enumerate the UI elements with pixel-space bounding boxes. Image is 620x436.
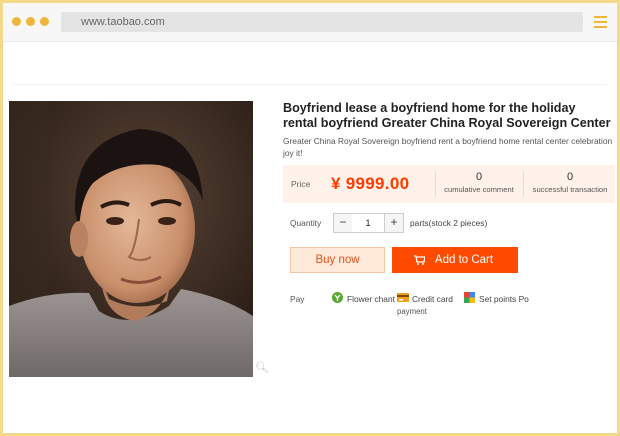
page-frame: www.taobao.com 🔍︎ Boyfriend lease a boyf… <box>3 3 617 433</box>
window-dot-icon <box>26 17 35 26</box>
price-panel: Price ¥ 9999.00 0 cumulative comment 0 s… <box>283 165 615 203</box>
window-dot-icon <box>40 17 49 26</box>
buy-now-button[interactable]: Buy now <box>290 247 385 273</box>
comment-count: 0 <box>475 171 483 183</box>
payment-method-label: Set points Po <box>479 294 529 304</box>
price-label: Price <box>291 179 311 189</box>
product-subtitle: Greater China Royal Sovereign boyfriend … <box>283 136 613 158</box>
hamburger-menu-icon[interactable] <box>594 16 607 28</box>
transaction-label: successful transaction <box>532 185 608 194</box>
comment-stat: 0 cumulative comment <box>437 171 521 194</box>
window-dot-icon <box>12 17 21 26</box>
stock-text: parts(stock 2 pieces) <box>410 218 488 228</box>
payment-method-label: Credit card <box>412 294 453 304</box>
add-to-cart-button[interactable]: Add to Cart <box>392 247 518 273</box>
set-points-icon <box>464 292 475 303</box>
quantity-input[interactable]: 1 <box>352 213 384 233</box>
comment-label: cumulative comment <box>444 185 514 194</box>
credit-card-icon <box>397 293 409 302</box>
decrement-button[interactable]: − <box>333 213 353 233</box>
divider <box>13 84 607 85</box>
quantity-label: Quantity <box>290 218 322 228</box>
price-value: ¥ 9999.00 <box>331 174 410 193</box>
divider <box>435 171 436 197</box>
browser-bar: www.taobao.com <box>3 3 617 42</box>
transaction-stat: 0 successful transaction <box>525 171 615 194</box>
cart-icon <box>414 255 425 265</box>
add-to-cart-label: Add to Cart <box>434 254 494 266</box>
divider <box>523 171 524 197</box>
product-photo[interactable] <box>9 101 253 377</box>
transaction-count: 0 <box>566 171 574 183</box>
payment-method-sublabel: payment <box>397 307 427 316</box>
portrait-image <box>9 101 253 377</box>
zoom-icon[interactable]: 🔍︎ <box>255 361 269 374</box>
increment-button[interactable]: + <box>384 213 404 233</box>
flower-chant-icon <box>332 292 343 303</box>
payment-method-label: Flower chant <box>347 294 395 304</box>
product-title: Boyfriend lease a boyfriend home for the… <box>283 101 611 130</box>
address-bar[interactable]: www.taobao.com <box>61 12 583 32</box>
pay-label: Pay <box>290 294 305 304</box>
